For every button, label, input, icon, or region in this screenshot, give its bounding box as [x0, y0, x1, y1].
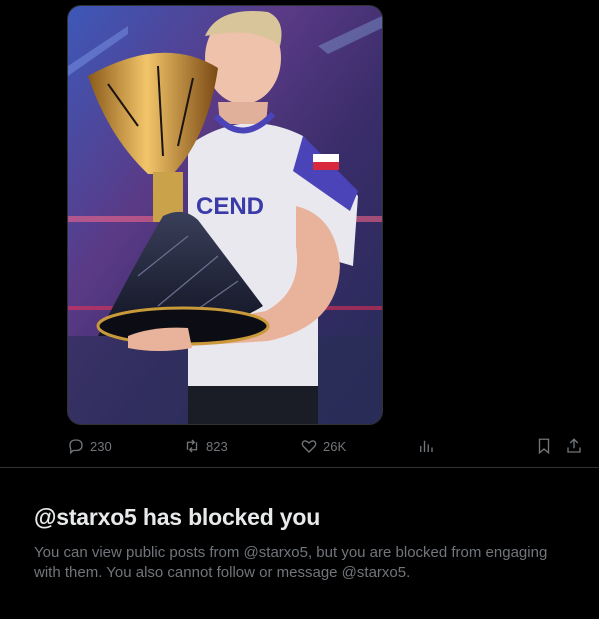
jersey-text: CEND [196, 193, 264, 220]
reply-button[interactable]: 230 [67, 430, 112, 462]
share-icon [567, 438, 581, 453]
views-icon [420, 440, 433, 452]
like-button[interactable]: 26K [300, 430, 346, 462]
blocked-title: @starxo5 has blocked you [34, 504, 321, 530]
repost-icon [186, 439, 198, 453]
bookmark-button[interactable] [535, 430, 553, 462]
like-count: 26K [323, 438, 347, 454]
share-button[interactable] [565, 430, 583, 462]
blocked-message: You can view public posts from @starxo5,… [34, 544, 548, 581]
like-icon [301, 440, 317, 453]
bookmark-icon [538, 438, 550, 455]
trophy-photo: CEND [68, 6, 382, 424]
repost-button[interactable]: 823 [183, 430, 228, 462]
divider [0, 467, 599, 468]
post-action-bar: 230 823 26K [0, 430, 599, 462]
reply-icon [69, 439, 83, 455]
repost-count: 823 [206, 438, 228, 454]
reply-count: 230 [90, 438, 112, 454]
views-button[interactable] [417, 430, 435, 462]
post-media-photo[interactable]: CEND [67, 5, 383, 425]
